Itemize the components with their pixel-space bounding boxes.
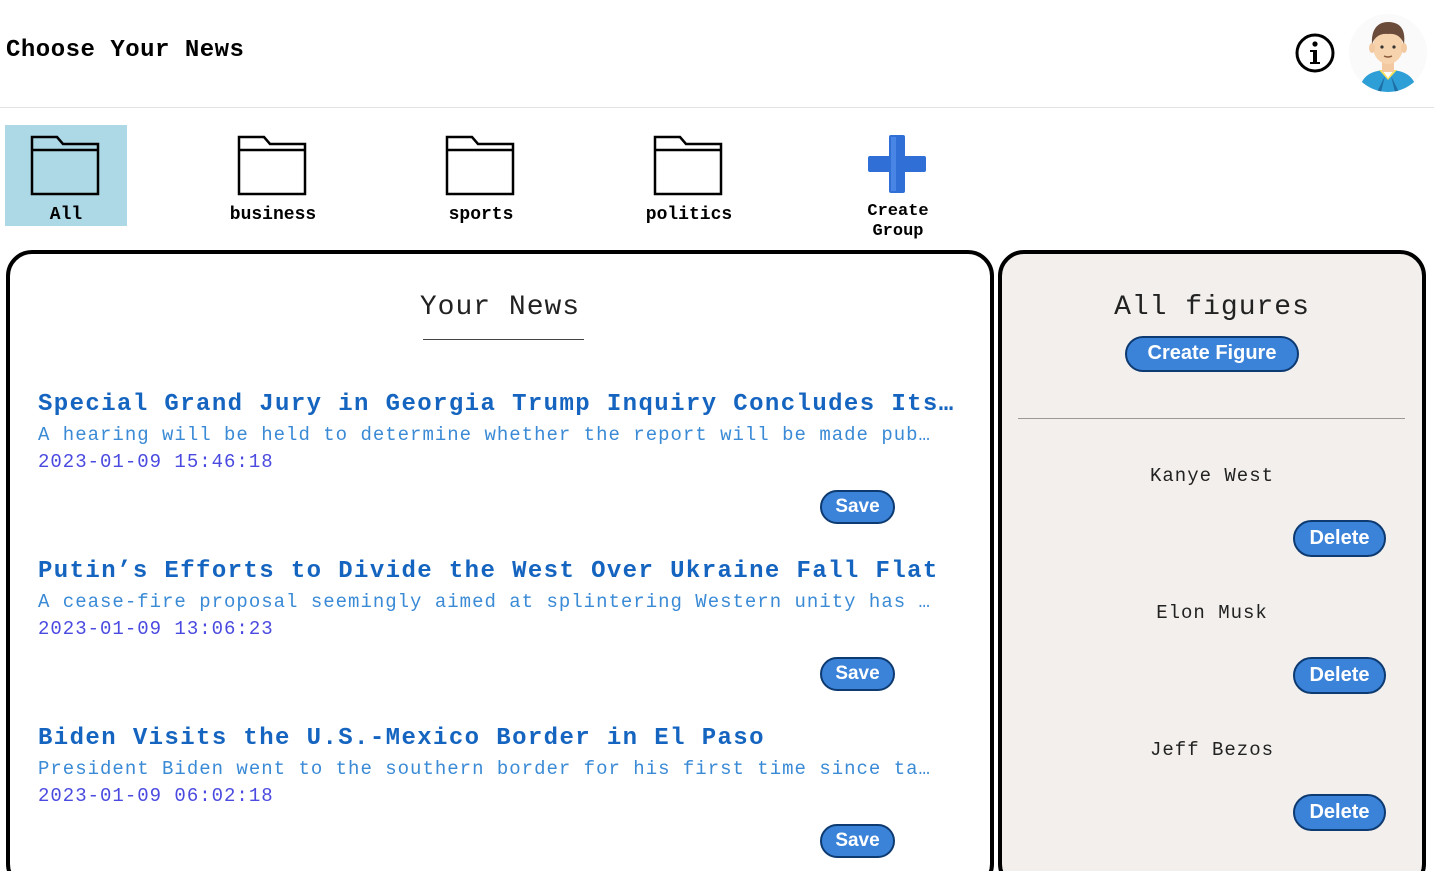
figures-panel: All figures Create Figure Kanye West Del… — [998, 250, 1426, 871]
figures-divider — [1018, 418, 1405, 419]
group-label: All — [49, 205, 83, 225]
article-date: 2023-01-09 13:06:23 — [38, 618, 274, 640]
group-label: business — [229, 205, 317, 225]
user-avatar-icon — [1349, 14, 1427, 92]
delete-figure-button[interactable]: Delete — [1293, 794, 1386, 831]
heading-underline — [423, 339, 584, 340]
folder-icon — [30, 135, 100, 196]
create-group-label: Create Group — [867, 202, 929, 241]
article-title[interactable]: Biden Visits the U.S.-Mexico Border in E… — [38, 725, 968, 752]
delete-figure-button[interactable]: Delete — [1293, 520, 1386, 557]
article-title[interactable]: Special Grand Jury in Georgia Trump Inqu… — [38, 391, 968, 418]
news-article: Biden Visits the U.S.-Mexico Border in E… — [38, 725, 968, 807]
figure-name: Kanye West — [1149, 465, 1275, 487]
info-icon[interactable] — [1295, 33, 1335, 73]
news-article: Special Grand Jury in Georgia Trump Inqu… — [38, 391, 968, 473]
folder-icon — [237, 135, 307, 196]
save-button[interactable]: Save — [820, 824, 895, 858]
group-bar: All business sports politics Create Grou… — [0, 108, 1434, 250]
figure-name: Elon Musk — [1156, 602, 1268, 624]
app-title: Choose Your News — [6, 37, 245, 64]
group-politics[interactable]: politics — [628, 125, 750, 226]
create-group-button[interactable]: Create Group — [837, 132, 959, 247]
save-button[interactable]: Save — [820, 657, 895, 691]
article-description: A cease-fire proposal seemingly aimed at… — [38, 591, 930, 613]
folder-icon — [445, 135, 515, 196]
group-label: politics — [645, 205, 733, 225]
save-button[interactable]: Save — [820, 490, 895, 524]
group-business[interactable]: business — [212, 125, 334, 226]
article-date: 2023-01-09 15:46:18 — [38, 451, 274, 473]
article-title[interactable]: Putin’s Efforts to Divide the West Over … — [38, 558, 968, 585]
news-heading: Your News — [419, 292, 581, 323]
group-all[interactable]: All — [5, 125, 127, 226]
figure-name: Jeff Bezos — [1149, 739, 1275, 761]
news-panel: Your News Special Grand Jury in Georgia … — [6, 250, 994, 871]
article-date: 2023-01-09 06:02:18 — [38, 785, 274, 807]
article-description: President Biden went to the southern bor… — [38, 758, 930, 780]
group-sports[interactable]: sports — [420, 125, 542, 226]
plus-icon — [868, 135, 926, 193]
app-header: Choose Your News — [0, 0, 1434, 108]
figures-heading: All figures — [1114, 292, 1310, 323]
group-label: sports — [448, 205, 514, 225]
article-description: A hearing will be held to determine whet… — [38, 424, 930, 446]
avatar[interactable] — [1349, 14, 1427, 92]
delete-figure-button[interactable]: Delete — [1293, 657, 1386, 694]
news-article: Putin’s Efforts to Divide the West Over … — [38, 558, 968, 640]
folder-icon — [653, 135, 723, 196]
create-figure-button[interactable]: Create Figure — [1125, 336, 1299, 372]
